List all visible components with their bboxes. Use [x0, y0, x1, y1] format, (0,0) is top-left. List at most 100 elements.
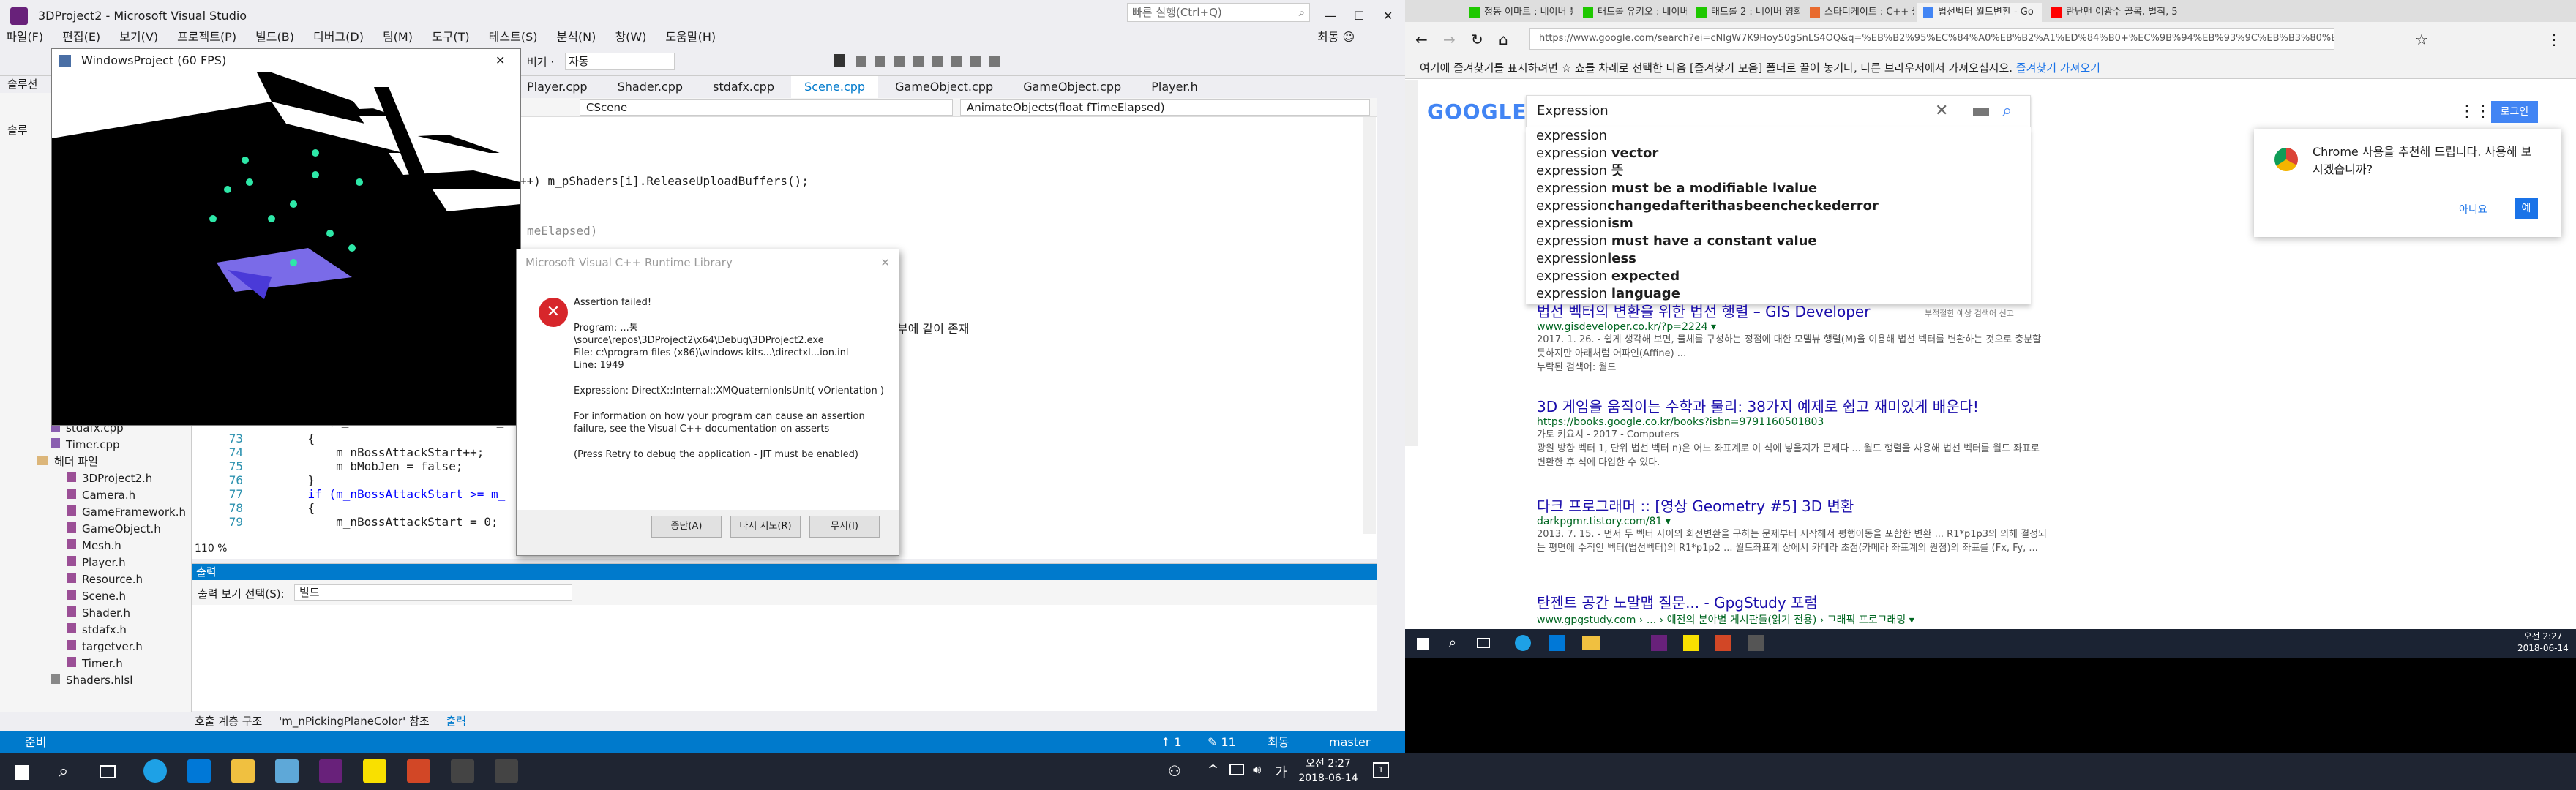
tree-item-shaders-hlsl[interactable]: Shaders.hlsl [0, 672, 192, 689]
menu-icon[interactable]: ⋮ [2547, 31, 2561, 48]
editor-vertical-scrollbar[interactable] [1363, 117, 1376, 534]
result-url[interactable]: www.gisdeveloper.co.kr/?p=2224 ▾ [1537, 321, 2049, 333]
volume-icon[interactable]: 🔊︎ [1253, 762, 1261, 778]
vs-icon[interactable] [1651, 635, 1667, 651]
tree-item-timer-h[interactable]: Timer.h [0, 655, 192, 672]
chrome-tab-6[interactable]: 란난맨 이광수 골목, 벌직, 5 [2045, 3, 2184, 22]
tree-item-header-folder[interactable]: 헤더 파일 [0, 454, 192, 470]
secondary-clock[interactable]: 오전 2:27 2018-06-14 [2517, 631, 2569, 654]
menu-team[interactable]: 팀(M) [383, 26, 413, 48]
menu-test[interactable]: 테스트(S) [489, 26, 538, 48]
tree-item-mesh-h[interactable]: Mesh.h [0, 538, 192, 554]
kakao-icon[interactable] [363, 759, 386, 783]
abort-button[interactable]: 중단(A) [651, 516, 722, 538]
login-button[interactable]: 로그인 [2491, 101, 2538, 123]
result-title[interactable]: 3D 게임을 움직이는 수학과 물리: 38가지 예제로 쉽고 재미있게 배운다… [1537, 395, 2049, 416]
menu-debug[interactable]: 디버그(D) [313, 26, 364, 48]
class-dropdown[interactable]: CScene [580, 99, 953, 116]
chrome-tab-2[interactable]: 태드롤 유키오 : 네이버 통합 [1577, 3, 1687, 22]
refresh-icon[interactable]: ↻ [1471, 31, 1483, 48]
status-up-count[interactable]: ↑ 1 [1161, 731, 1182, 753]
chrome-tab-3[interactable]: 태드롤 2 : 네이버 영화 [1690, 3, 1800, 22]
result-url[interactable]: https://books.google.co.kr/books?isbn=97… [1537, 416, 2049, 428]
explorer-icon[interactable] [1582, 636, 1600, 650]
chrome-tab-1[interactable]: 정동 이마트 : 네이버 통합검 [1464, 3, 1573, 22]
tree-item-shader-h[interactable]: Shader.h [0, 605, 192, 622]
suggestion-item[interactable]: expression expected [1536, 268, 2031, 285]
suggestion-item[interactable]: expressionless [1536, 250, 2031, 268]
forward-icon[interactable]: → [1443, 31, 1456, 48]
tree-item-timer-cpp[interactable]: Timer.cpp [0, 437, 192, 454]
search-icon[interactable]: ⌕ [59, 761, 68, 781]
tree-item-stdafx-h[interactable]: stdafx.h [0, 622, 192, 639]
ie-icon[interactable] [143, 759, 167, 783]
output-text-area[interactable] [192, 605, 1377, 712]
clear-icon[interactable]: ✕ [1935, 102, 1948, 120]
bookmark-star-icon[interactable]: ☆ [2415, 31, 2428, 48]
task-view-icon[interactable] [1477, 638, 1490, 648]
ignore-button[interactable]: 무시(I) [809, 516, 880, 538]
search-icon[interactable]: ⌕ [1449, 635, 1456, 650]
result-url[interactable]: darkpgmr.tistory.com/81 ▾ [1537, 516, 2049, 527]
result-title[interactable]: 법선 벡터의 변환을 위한 법선 행렬 – GIS Developer [1537, 300, 2049, 321]
powerpoint-icon[interactable] [1715, 635, 1731, 651]
menu-window[interactable]: 창(W) [615, 26, 646, 48]
tab-find-references[interactable]: 'm_nPickingPlaneColor' 참조 [279, 715, 430, 728]
chrome-tab-5[interactable]: 법선벡터 월드변환 - Go [1917, 3, 2042, 22]
import-bookmarks-link[interactable]: 즐겨찾기 가져오기 [2016, 61, 2100, 75]
menu-edit[interactable]: 편집(E) [62, 26, 100, 48]
dialog-close-button[interactable]: ✕ [880, 249, 890, 276]
game-viewport[interactable] [52, 72, 520, 425]
suggestion-item[interactable]: expression must have a constant value [1536, 233, 2031, 250]
google-logo[interactable]: GOOGLE [1427, 99, 1527, 124]
tree-item-player-h[interactable]: Player.h [0, 554, 192, 571]
output-source-select[interactable]: 빌드 [294, 584, 572, 601]
menu-file[interactable]: 파일(F) [6, 26, 43, 48]
menu-tools[interactable]: 도구(T) [432, 26, 470, 48]
search-icon[interactable]: ⌕ [2002, 100, 2012, 121]
bookmark-icon[interactable] [834, 54, 845, 67]
menu-project[interactable]: 프로젝트(P) [177, 26, 236, 48]
tray-chevron-icon[interactable]: ^ [1208, 762, 1218, 778]
suggestion-item[interactable]: expression must be a modifiable lvalue [1536, 180, 2031, 198]
user-name[interactable]: 최동 ☺ [1317, 26, 1355, 48]
tab-player-h[interactable]: Player.h [1138, 76, 1211, 98]
explorer-icon[interactable] [231, 759, 255, 783]
ie-icon[interactable] [1515, 635, 1531, 651]
apps-icon[interactable]: ⋮⋮ [2459, 102, 2491, 121]
toolbar-icons[interactable] [856, 56, 1003, 67]
suggestion-item[interactable]: expression [1536, 127, 2031, 145]
menu-analyze[interactable]: 분석(N) [556, 26, 596, 48]
powerpoint-icon[interactable] [407, 759, 430, 783]
network-icon[interactable] [1229, 764, 1244, 775]
promo-no-button[interactable]: 아니요 [2459, 202, 2487, 217]
quick-launch-input[interactable]: 빠른 실행(Ctrl+Q) ⌕ [1127, 3, 1310, 22]
menu-help[interactable]: 도움말(H) [665, 26, 716, 48]
tree-item-targetver-h[interactable]: targetver.h [0, 639, 192, 655]
tab-scene-cpp[interactable]: Scene.cpp [791, 76, 879, 98]
start-icon[interactable] [1417, 638, 1429, 650]
tab-call-hierarchy[interactable]: 호출 계층 구조 [195, 715, 262, 728]
home-icon[interactable]: ⌂ [1499, 31, 1508, 48]
tree-item-gameobject-h[interactable]: GameObject.h [0, 521, 192, 538]
chrome-tab-4[interactable]: 스타디케이트 : C++ 클래스 [1804, 3, 1914, 22]
suggestion-item[interactable]: expression vector [1536, 145, 2031, 162]
suggestion-item[interactable]: expressionism [1536, 215, 2031, 233]
back-icon[interactable]: ← [1415, 31, 1428, 48]
status-branch[interactable]: master [1329, 731, 1370, 753]
tab-gameobject-cpp-2[interactable]: GameObject.cpp [1010, 76, 1134, 98]
calculator-icon[interactable] [451, 759, 474, 783]
edge-icon[interactable] [1549, 635, 1565, 651]
app-icon[interactable] [275, 759, 299, 783]
url-input[interactable]: https://www.google.com/search?ei=cNIgW7K… [1530, 28, 2334, 50]
zoom-level[interactable]: 110 % [195, 543, 227, 554]
tab-shader-cpp[interactable]: Shader.cpp [604, 76, 696, 98]
people-icon[interactable]: ⚇ [1168, 762, 1181, 780]
task-view-icon[interactable] [100, 765, 116, 778]
status-user[interactable]: 최동 [1268, 731, 1289, 753]
calculator-icon[interactable] [1748, 635, 1764, 651]
notification-icon[interactable]: 1 [1373, 762, 1389, 778]
edge-icon[interactable] [187, 759, 211, 783]
start-icon[interactable] [15, 765, 29, 780]
suggestion-item[interactable]: expressionchangedafterithasbeencheckeder… [1536, 198, 2031, 215]
